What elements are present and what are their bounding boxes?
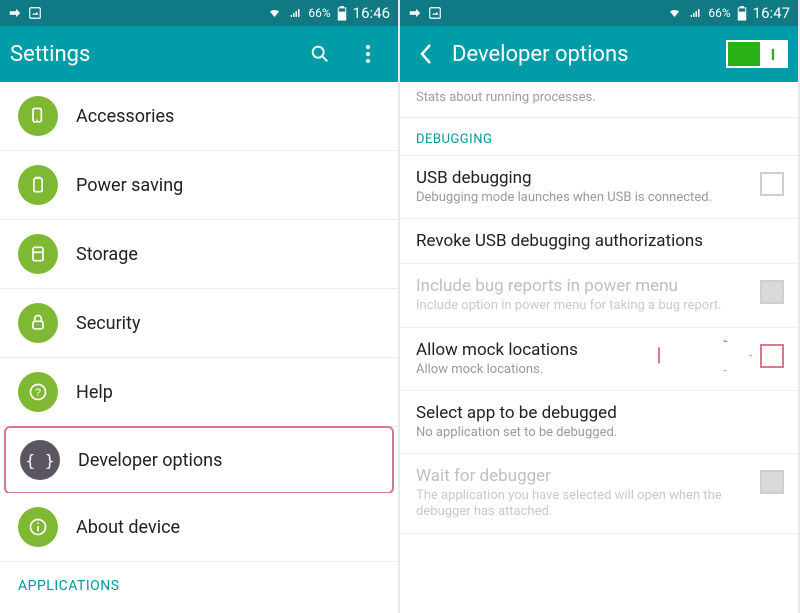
chevron-left-icon	[419, 43, 433, 65]
allow-mock-locations-checkbox[interactable]	[760, 344, 784, 368]
settings-item-power-saving[interactable]: Power saving	[0, 151, 398, 220]
row-subtitle: Stats about running processes.	[416, 90, 782, 105]
image-icon	[428, 6, 442, 20]
settings-list: Accessories Power saving Storage Securit…	[0, 82, 398, 613]
row-title: USB debugging	[416, 168, 752, 188]
wifi-icon	[667, 7, 682, 19]
status-time: 16:46	[353, 4, 390, 22]
share-icon	[408, 6, 422, 20]
row-title: Include bug reports in power menu	[416, 276, 752, 296]
battery-percent: 66%	[708, 6, 730, 20]
signal-icon	[288, 7, 302, 19]
wait-for-debugger-row[interactable]: Wait for debugger The application you ha…	[400, 454, 798, 534]
settings-item-developer-options[interactable]: { } Developer options	[4, 426, 394, 494]
section-header-debugging: DEBUGGING	[400, 118, 798, 156]
settings-item-label: Security	[76, 313, 140, 334]
row-subtitle: No application set to be debugged.	[416, 425, 784, 441]
image-icon	[28, 6, 42, 20]
revoke-usb-row[interactable]: Revoke USB debugging authorizations	[400, 219, 798, 264]
overflow-button[interactable]	[348, 34, 388, 74]
settings-screen: 66% 16:46 Settings Accessories Power sav…	[0, 0, 400, 613]
toggle-knob: I	[760, 42, 786, 66]
more-vert-icon	[365, 44, 371, 64]
battery-percent: 66%	[308, 6, 330, 20]
row-title: Select app to be debugged	[416, 403, 784, 423]
settings-item-accessories[interactable]: Accessories	[0, 82, 398, 151]
settings-item-label: Accessories	[76, 106, 174, 127]
page-title: Developer options	[450, 42, 718, 67]
back-button[interactable]	[410, 43, 442, 65]
developer-icon: { }	[20, 440, 60, 480]
bug-reports-row[interactable]: Include bug reports in power menu Includ…	[400, 264, 798, 327]
settings-item-label: Help	[76, 382, 113, 403]
share-icon	[8, 6, 22, 20]
row-subtitle: The application you have selected will o…	[416, 488, 752, 521]
settings-item-label: Developer options	[78, 450, 222, 471]
settings-item-help[interactable]: ? Help	[0, 358, 398, 427]
status-bar: 66% 16:47	[400, 0, 798, 26]
battery-icon	[737, 6, 747, 21]
select-app-debug-row[interactable]: Select app to be debugged No application…	[400, 391, 798, 454]
wifi-icon	[267, 7, 282, 19]
settings-item-security[interactable]: Security	[0, 289, 398, 358]
accessories-icon	[18, 96, 58, 136]
settings-item-label: About device	[76, 517, 180, 538]
allow-mock-locations-row[interactable]: Allow mock locations Allow mock location…	[400, 328, 798, 391]
row-subtitle: Include option in power menu for taking …	[416, 298, 752, 314]
app-bar: Settings	[0, 26, 398, 82]
bug-reports-checkbox	[760, 280, 784, 304]
process-stats-row[interactable]: Stats about running processes.	[400, 82, 798, 118]
developer-options-screen: 66% 16:47 Developer options I Stats abou…	[400, 0, 800, 613]
status-bar: 66% 16:46	[0, 0, 398, 26]
row-title: Wait for debugger	[416, 466, 752, 486]
settings-item-storage[interactable]: Storage	[0, 220, 398, 289]
developer-options-toggle[interactable]: I	[726, 40, 788, 68]
row-subtitle: Debugging mode launches when USB is conn…	[416, 190, 752, 206]
wait-for-debugger-checkbox	[760, 470, 784, 494]
power-saving-icon	[18, 165, 58, 205]
page-title: Settings	[10, 42, 292, 67]
svg-text:?: ?	[35, 387, 41, 399]
row-title: Revoke USB debugging authorizations	[416, 231, 784, 251]
help-icon: ?	[18, 372, 58, 412]
status-time: 16:47	[753, 4, 790, 22]
storage-icon	[18, 234, 58, 274]
section-header-applications: APPLICATIONS	[0, 562, 398, 600]
app-bar: Developer options I	[400, 26, 798, 82]
settings-item-about-device[interactable]: About device	[0, 493, 398, 562]
settings-item-label: Power saving	[76, 175, 183, 196]
battery-icon	[337, 6, 347, 21]
row-subtitle: Allow mock locations.	[416, 362, 752, 378]
row-title: Allow mock locations	[416, 340, 752, 360]
settings-item-label: Storage	[76, 244, 138, 265]
signal-icon	[688, 7, 702, 19]
search-icon	[309, 43, 331, 65]
lock-icon	[18, 303, 58, 343]
search-button[interactable]	[300, 34, 340, 74]
developer-options-list: Stats about running processes. DEBUGGING…	[400, 82, 798, 613]
usb-debugging-checkbox[interactable]	[760, 172, 784, 196]
usb-debugging-row[interactable]: USB debugging Debugging mode launches wh…	[400, 156, 798, 219]
info-icon	[18, 507, 58, 547]
